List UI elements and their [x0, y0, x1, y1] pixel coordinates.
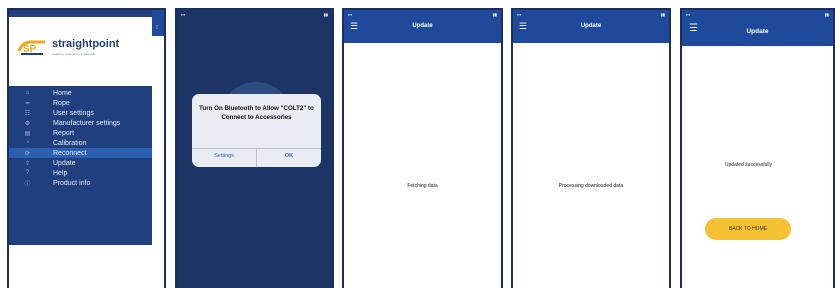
- page-title: Update: [746, 28, 769, 35]
- report-icon: ▤: [24, 130, 31, 137]
- menu-item-label: Home: [53, 89, 72, 97]
- status-bar: ▪▪▪ ▮▮: [686, 11, 829, 17]
- status-text: Updated successfully: [724, 162, 773, 168]
- user-settings-icon: ☷: [24, 110, 31, 117]
- menu-item-update[interactable]: ⇪ Update: [9, 158, 152, 168]
- status-text: Fetching data: [407, 183, 438, 189]
- status-bar: ▪▪▪ ▮▮: [348, 11, 497, 17]
- menu-item-label: Manufacturer settings: [53, 119, 121, 127]
- overflow-icon: ⁝: [156, 25, 158, 31]
- bluetooth-alert-dialog: Turn On Bluetooth to Allow "COLT2" to Co…: [192, 94, 321, 167]
- help-icon: ?: [25, 170, 30, 176]
- straightpoint-logo-icon: SP: [17, 40, 45, 55]
- menu-item-rope[interactable]: ━ Rope: [9, 98, 152, 108]
- back-to-home-button[interactable]: BACK TO HOME: [705, 218, 791, 240]
- update-success-screen: ▪▪▪ ▮▮ ☰ Update Updated successfully BACK…: [680, 8, 835, 288]
- menu-item-report[interactable]: ▤ Report: [9, 128, 152, 138]
- menu-item-label: Calibration: [53, 139, 87, 147]
- menu-list: ⌂ Home ━ Rope ☷ User settings ⚙ Manufacturer se…: [9, 88, 152, 188]
- menu-item-label: Report: [53, 129, 75, 137]
- menu-item-calibration[interactable]: ◔ Calibration: [9, 138, 152, 148]
- menu-screen: SP straightpoint weighing, measuring & l…: [7, 8, 166, 288]
- menu-item-label: Rope: [53, 99, 70, 107]
- processing-screen: ▪▪▪ ▮▮ ☰ Update Processing downloaded dat…: [511, 8, 671, 288]
- underlying-appbar: [152, 10, 164, 36]
- status-text: Processing downloaded data: [558, 183, 624, 189]
- app-bar: ▪▪▪ ▮▮ ☰ Update: [513, 10, 669, 43]
- alert-message: Turn On Bluetooth to Allow "COLT2" to Co…: [199, 105, 314, 121]
- info-icon: ⓘ: [24, 181, 31, 188]
- menu-item-label: Product info: [53, 179, 91, 187]
- brand-tagline: weighing, measuring & load cells: [52, 52, 96, 56]
- menu-item-label: User settings: [53, 109, 94, 117]
- status-bar: ▪▪▪ ▮▮: [181, 11, 328, 17]
- navigation-drawer: SP straightpoint weighing, measuring & l…: [9, 10, 152, 245]
- menu-item-help[interactable]: ? Help: [9, 168, 152, 178]
- menu-item-label: Help: [53, 169, 68, 177]
- menu-item-user-settings[interactable]: ☷ User settings: [9, 108, 152, 118]
- manufacturer-settings-icon: ⚙: [24, 120, 31, 127]
- app-bar: ▪▪▪ ▮▮ ☰ Update: [344, 10, 501, 43]
- page-title: Update: [580, 23, 602, 29]
- page-title: Update: [412, 23, 433, 29]
- menu-item-label: Update: [53, 159, 76, 167]
- calibration-icon: ◔: [25, 140, 30, 146]
- settings-button[interactable]: Settings: [192, 153, 256, 159]
- menu-item-label: Reconnect: [53, 149, 87, 157]
- rope-icon: ━: [25, 100, 30, 107]
- screen-content: Fetching data: [344, 43, 501, 288]
- home-icon: ⌂: [25, 90, 30, 96]
- screen-content: Processing downloaded data: [513, 43, 669, 288]
- svg-text:SP: SP: [23, 44, 37, 55]
- bluetooth-screen: ▪▪▪ ▮▮ Turn On Bluetooth to Allow "COLT2"…: [175, 8, 334, 288]
- app-bar: ▪▪▪ ▮▮ ☰ Update: [682, 10, 833, 46]
- ok-button[interactable]: OK: [257, 153, 321, 159]
- fetching-screen: ▪▪▪ ▮▮ ☰ Update Fetching data: [342, 8, 503, 288]
- menu-item-manufacturer-settings[interactable]: ⚙ Manufacturer settings: [9, 118, 152, 128]
- reconnect-icon: ⟳: [24, 150, 31, 157]
- menu-item-home[interactable]: ⌂ Home: [9, 88, 152, 98]
- menu-item-product-info[interactable]: ⓘ Product info: [9, 178, 152, 188]
- menu-item-reconnect[interactable]: ⟳ Reconnect: [9, 148, 152, 158]
- screen-content: Updated successfully BACK TO HOME: [682, 46, 833, 288]
- update-icon: ⇪: [24, 160, 31, 167]
- drawer-header: SP straightpoint weighing, measuring & l…: [9, 17, 152, 86]
- status-bar: ▪▪▪ ▮▮: [517, 11, 665, 17]
- brand-name: straightpoint: [52, 38, 120, 50]
